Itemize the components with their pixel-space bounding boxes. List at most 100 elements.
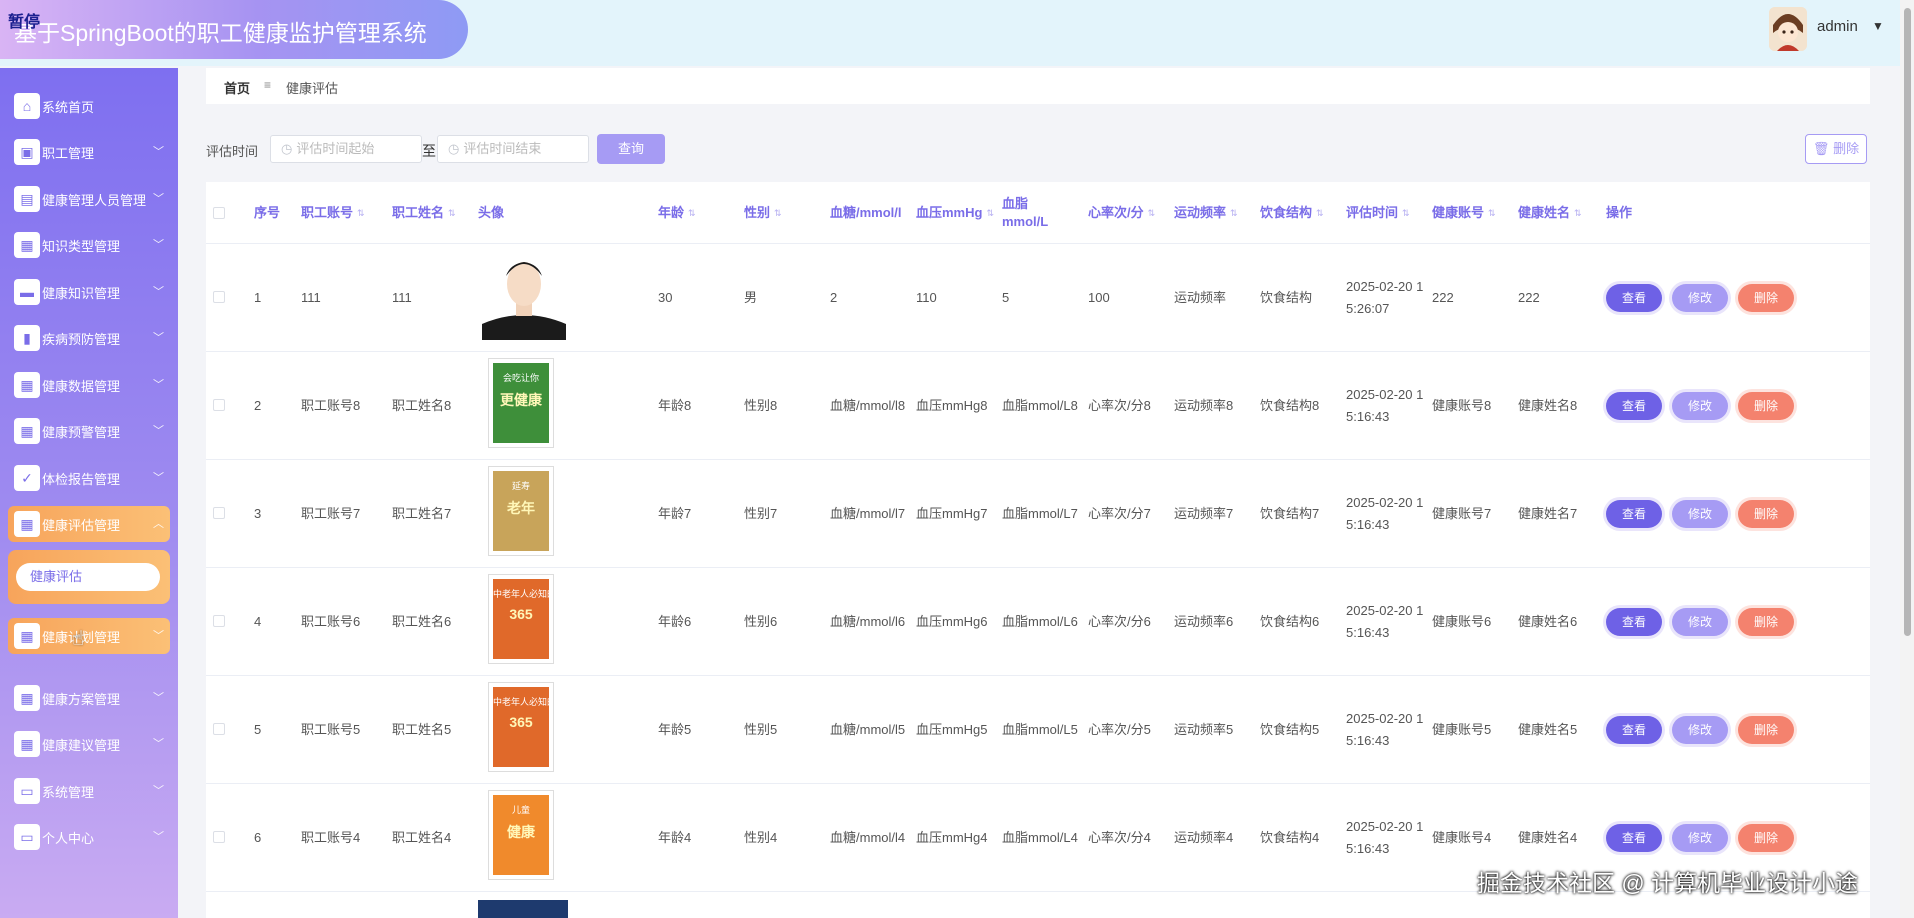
data-table: 序号 职工账号 ⇅ 职工姓名 ⇅ 头像 年龄 ⇅ 性别 ⇅ 血糖/mmol/l 血压mm… [206,182,1870,918]
cell-pressure: 血压mmHg5 [916,722,988,737]
sidebar-item-staff[interactable]: ▣ 职工管理 ﹀ [8,134,170,170]
sidebar-item-advice[interactable]: ▦ 健康建议管理 ﹀ [8,726,170,762]
col-header: 头像 [478,205,505,220]
cell-name: 职工姓名4 [392,830,452,845]
col-header[interactable]: 心率次/分 ⇅ [1088,182,1155,244]
col-header[interactable]: 血脂mmol/L [1002,182,1074,244]
view-button[interactable]: 查看 [1606,392,1662,420]
row-checkbox[interactable] [213,615,225,627]
col-header[interactable]: 性别 ⇅ [744,182,782,244]
sidebar-item-scheme[interactable]: ▦ 健康方案管理 ﹀ [8,680,170,716]
end-date-input[interactable]: ◷ 评估时间结束 [437,135,589,163]
delete-button[interactable]: 删除 [1738,500,1794,528]
sidebar-item-system[interactable]: ▭ 系统管理 ﹀ [8,773,170,809]
sidebar-item-label: 疾病预防管理 [42,331,121,347]
col-header[interactable]: 评估时间 ⇅ [1346,182,1410,244]
sidebar-item-disease[interactable]: ▮ 疾病预防管理 ﹀ [8,320,170,356]
edit-button[interactable]: 修改 [1672,284,1728,312]
chevron-down-icon: ﹀ [153,785,164,797]
cell-pressure: 血压mmHg8 [916,398,988,413]
cell-name: 职工姓名7 [392,506,452,521]
edit-button[interactable]: 修改 [1672,392,1728,420]
sidebar-item-knowledge-type[interactable]: ▦ 知识类型管理 ﹀ [8,227,170,263]
col-header[interactable]: 年龄 ⇅ [658,182,696,244]
col-header[interactable]: 职工账号 ⇅ [301,182,365,244]
sidebar-item-home[interactable]: ⌂ 系统首页 [8,88,170,124]
cell-time: 2025-02-20 15:16:43 [1346,495,1424,532]
edit-button[interactable]: 修改 [1672,608,1728,636]
sort-icon: ⇅ [688,208,696,218]
range-separator: 至 [422,143,436,159]
submenu-item-assessment[interactable]: 健康评估 [16,563,160,591]
sidebar-item-assessment[interactable]: ▦ 健康评估管理 ︿ [8,506,170,542]
avatar-thumbnail: 儿童 健康 [488,790,554,880]
col-header[interactable]: 饮食结构 ⇅ [1260,182,1324,244]
row-checkbox[interactable] [213,291,225,303]
cell-sugar: 血糖/mmol/l7 [830,506,906,521]
col-header[interactable]: 序号 [254,182,280,244]
sidebar-item-health-staff[interactable]: ▤ 健康管理人员管理 ﹀ [8,181,170,217]
breadcrumb-home[interactable]: 首页 [224,78,250,97]
select-all-checkbox[interactable] [213,207,225,219]
view-button[interactable]: 查看 [1606,608,1662,636]
avatar[interactable] [1769,7,1807,51]
view-button[interactable]: 查看 [1606,284,1662,312]
cell-pressure: 血压mmHg4 [916,830,988,845]
row-checkbox[interactable] [213,831,225,843]
view-button[interactable]: 查看 [1606,824,1662,852]
col-header[interactable]: 血压mmHg ⇅ [916,182,994,244]
scrollbar-thumb[interactable] [1904,8,1911,636]
cell-h-name: 健康姓名7 [1518,506,1578,521]
delete-button[interactable]: 删除 [1738,608,1794,636]
grid-icon: ▦ [14,511,40,537]
sidebar-item-knowledge[interactable]: ▬ 健康知识管理 ﹀ [8,274,170,310]
query-button[interactable]: 查询 [597,134,665,164]
caret-down-icon[interactable]: ▼ [1872,19,1884,33]
col-header[interactable]: 血糖/mmol/l [830,182,906,244]
sidebar-item-checkup[interactable]: ✓ 体检报告管理 ﹀ [8,460,170,496]
sidebar-item-health-data[interactable]: ▦ 健康数据管理 ﹀ [8,367,170,403]
cell-heart: 100 [1088,290,1110,305]
chevron-down-icon: ﹀ [153,379,164,391]
row-checkbox[interactable] [213,507,225,519]
title-banner: 基于SpringBoot的职工健康监护管理系统 [0,0,468,59]
sidebar-item-warning[interactable]: ▦ 健康预警管理 ﹀ [8,413,170,449]
row-checkbox[interactable] [213,723,225,735]
board-icon: ▬ [14,279,40,305]
edit-button[interactable]: 修改 [1672,716,1728,744]
delete-button[interactable]: 删除 [1738,392,1794,420]
user-menu[interactable]: admin [1817,18,1858,35]
breadcrumb-current: 健康评估 [286,81,339,96]
row-checkbox[interactable] [213,399,225,411]
start-date-input[interactable]: ◷ 评估时间起始 [270,135,422,163]
view-button[interactable]: 查看 [1606,500,1662,528]
sidebar-item-profile[interactable]: ▭ 个人中心 ﹀ [8,819,170,855]
edit-button[interactable]: 修改 [1672,500,1728,528]
cell-time: 2025-02-20 15:16:43 [1346,819,1424,856]
avatar-thumbnail: 会吃让你 更健康 [488,358,554,448]
cell-account: 111 [301,290,321,305]
book-cover: 儿童 健康 [493,795,549,875]
cell-pressure: 血压mmHg7 [916,506,988,521]
cell-diet: 饮食结构 [1260,290,1313,305]
breadcrumb-separator-icon: ≡ [264,78,272,92]
cell-time: 2025-02-20 15:16:43 [1346,387,1424,424]
book-cover: 会吃让你 更健康 [493,363,549,443]
batch-delete-button[interactable]: 🗑 删除 [1805,134,1867,164]
view-button[interactable]: 查看 [1606,716,1662,744]
book-title: 儿童 [511,805,530,815]
edit-button[interactable]: 修改 [1672,824,1728,852]
delete-button[interactable]: 删除 [1738,824,1794,852]
col-header[interactable]: 职工姓名 ⇅ [392,182,456,244]
cell-gender: 男 [744,290,758,305]
monitor-icon: ▭ [14,778,40,804]
delete-button[interactable]: 删除 [1738,284,1794,312]
cell-lipid: 血脂mmol/L4 [1002,830,1078,845]
col-header[interactable]: 健康账号 ⇅ [1432,182,1496,244]
col-header: 操作 [1606,205,1633,220]
sidebar-item-plan[interactable]: ▦ 健康计划管理 ﹀ [8,618,170,654]
col-header[interactable]: 健康姓名 ⇅ [1518,182,1582,244]
cell-heart: 心率次/分7 [1088,506,1151,521]
delete-button[interactable]: 删除 [1738,716,1794,744]
col-header[interactable]: 运动频率 ⇅ [1174,182,1238,244]
